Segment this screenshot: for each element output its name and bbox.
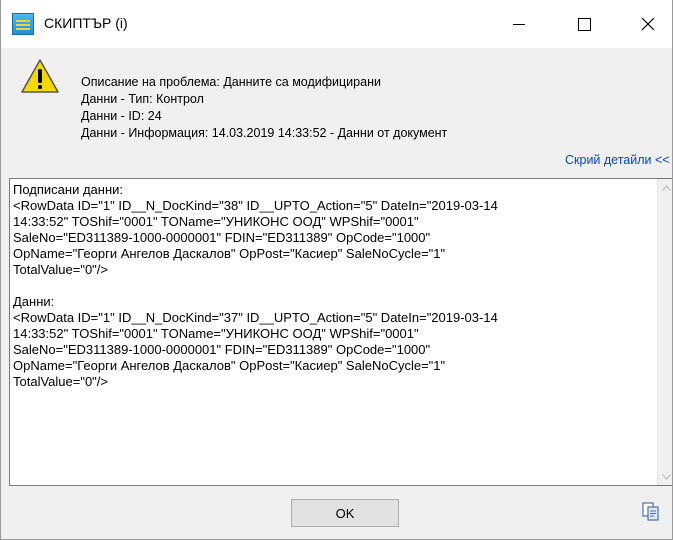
window-title: СКИПТЪР (i)	[44, 15, 128, 31]
data-information: Данни - Информация: 14.03.2019 14:33:52 …	[81, 126, 448, 140]
scroll-up-button[interactable]	[658, 179, 672, 196]
chevron-down-icon	[662, 473, 671, 480]
title-bar[interactable]: СКИПТЪР (i)	[1, 0, 672, 48]
vertical-scrollbar[interactable]	[657, 179, 672, 485]
button-bar: OK	[1, 487, 672, 539]
problem-description: Описание на проблема: Данните са модифиц…	[81, 75, 381, 89]
error-dialog: СКИПТЪР (i) Описание на проблема: Даннит…	[0, 0, 673, 540]
ok-button[interactable]: OK	[291, 499, 399, 527]
data-type: Данни - Тип: Контрол	[81, 92, 204, 106]
minimize-icon	[513, 23, 525, 25]
copy-icon[interactable]	[642, 502, 660, 522]
info-panel: Описание на проблема: Данните са модифиц…	[1, 48, 672, 176]
info-text: Описание на проблема: Данните са модифиц…	[81, 74, 447, 142]
warning-icon	[21, 59, 59, 93]
app-icon	[12, 13, 34, 35]
maximize-button[interactable]	[561, 0, 607, 48]
data-id: Данни - ID: 24	[81, 109, 162, 123]
hide-details-link[interactable]: Скрий детайли <<	[565, 153, 670, 167]
details-textbox[interactable]: Подписани данни: <RowData ID="1" ID__N_D…	[9, 178, 672, 486]
chevron-up-icon	[662, 184, 671, 191]
close-icon	[641, 17, 655, 31]
maximize-icon	[577, 17, 591, 31]
close-button[interactable]	[625, 0, 671, 48]
scroll-down-button[interactable]	[658, 468, 672, 485]
minimize-button[interactable]	[496, 0, 542, 48]
details-content: Подписани данни: <RowData ID="1" ID__N_D…	[13, 182, 498, 389]
